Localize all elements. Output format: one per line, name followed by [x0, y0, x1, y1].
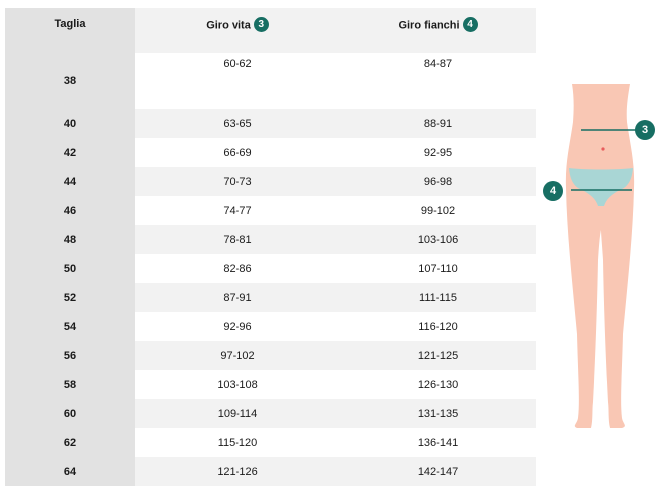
- table-row: 62 115-120 136-141: [5, 428, 536, 457]
- waist-cell: 82-86: [223, 262, 252, 275]
- table-header-row: Taglia Giro vita 3 Giro fianchi 4: [5, 8, 536, 53]
- size-chart-table: Taglia Giro vita 3 Giro fianchi 4 38 60-62…: [5, 8, 536, 486]
- hips-cell: 126-130: [417, 378, 459, 391]
- hips-cell: 107-110: [418, 262, 458, 275]
- size-cell: 46: [5, 196, 135, 225]
- table-row: 58 103-108 126-130: [5, 370, 536, 399]
- waist-number-badge: 3: [253, 17, 269, 32]
- hips-cell: 92-95: [423, 146, 453, 159]
- body-measurement-figure: 3 4: [538, 84, 664, 430]
- hips-cell: 99-102: [420, 204, 456, 217]
- waist-cell: 74-77: [223, 204, 252, 217]
- size-cell: 42: [5, 138, 135, 167]
- hips-cell: 121-125: [340, 341, 536, 370]
- hips-number-badge: 4: [462, 17, 478, 32]
- table-row: 46 74-77 99-102: [5, 196, 536, 225]
- table-row: 50 82-86 107-110: [5, 254, 536, 283]
- waist-cell: 103-108: [217, 378, 258, 391]
- size-cell: 50: [5, 254, 135, 283]
- size-cell: 60: [5, 399, 135, 428]
- waist-cell: 97-102: [135, 341, 340, 370]
- waist-cell: 115-120: [217, 436, 258, 449]
- waist-cell: 109-114: [135, 399, 340, 428]
- table-row: 38 60-62 84-87: [5, 53, 536, 109]
- waist-cell: 78-81: [135, 225, 340, 254]
- hips-cell: 131-135: [340, 399, 536, 428]
- header-hips-label: Giro fianchi: [398, 19, 460, 32]
- size-cell: 38: [5, 53, 135, 109]
- hips-cell: 103-106: [340, 225, 536, 254]
- waist-cell: 92-96: [223, 320, 252, 333]
- table-row: 56 97-102 121-125: [5, 341, 536, 370]
- header-hips: Giro fianchi 4: [340, 8, 536, 53]
- size-cell: 62: [5, 428, 135, 457]
- size-cell: 40: [5, 109, 135, 138]
- waist-cell: 60-62: [223, 58, 252, 70]
- header-waist-label: Giro vita: [206, 19, 251, 32]
- hips-cell: 111-115: [340, 283, 536, 312]
- body-silhouette: [565, 84, 635, 428]
- waist-cell: 70-73: [135, 167, 340, 196]
- waist-cell: 87-91: [135, 283, 340, 312]
- hip-marker: 4: [543, 181, 563, 201]
- table-row: 44 70-73 96-98: [5, 167, 536, 196]
- hips-cell: 136-141: [417, 436, 459, 449]
- hips-cell: 84-87: [423, 58, 453, 70]
- table-row: 52 87-91 111-115: [5, 283, 536, 312]
- hips-cell: 96-98: [340, 167, 536, 196]
- waist-cell: 63-65: [135, 109, 340, 138]
- table-row: 60 109-114 131-135: [5, 399, 536, 428]
- size-cell: 48: [5, 225, 135, 254]
- hips-cell: 88-91: [340, 109, 536, 138]
- navel-dot: [601, 147, 605, 151]
- waist-marker: 3: [635, 120, 655, 140]
- size-cell: 54: [5, 312, 135, 341]
- table-row: 48 78-81 103-106: [5, 225, 536, 254]
- size-cell: 58: [5, 370, 135, 399]
- size-cell: 52: [5, 283, 135, 312]
- size-cell: 56: [5, 341, 135, 370]
- header-waist: Giro vita 3: [135, 8, 340, 53]
- header-size: Taglia: [5, 8, 135, 53]
- size-cell: 44: [5, 167, 135, 196]
- table-row: 42 66-69 92-95: [5, 138, 536, 167]
- waist-cell: 66-69: [223, 146, 252, 159]
- hips-cell: 116-120: [418, 320, 458, 333]
- header-size-label: Taglia: [54, 18, 86, 30]
- table-row: 40 63-65 88-91: [5, 109, 536, 138]
- table-row: 54 92-96 116-120: [5, 312, 536, 341]
